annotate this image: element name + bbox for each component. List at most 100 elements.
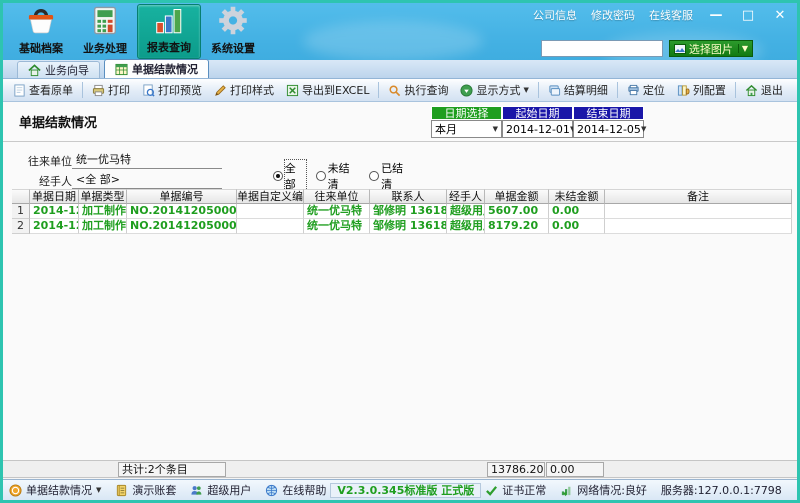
print-preview-button[interactable]: 打印预览	[136, 81, 208, 100]
status-bar: 单据结款情况 ▼ 演示账套 超级用户 在线帮助 V2.3.0.345标准版 正式…	[3, 479, 797, 500]
end-date-dropdown[interactable]: 2014-12-05 ▼	[573, 120, 646, 138]
radio-unsettled[interactable]: 未结清	[315, 160, 360, 192]
image-path-input[interactable]	[540, 40, 663, 57]
image-picker-group: 选择图片 ▼	[540, 40, 753, 57]
content-area: 单据结款情况 日期选择 起始日期 结束日期 本月 ▼ 2014-12-01 ▼ …	[3, 102, 797, 460]
cell-bill-date: 2014-12-	[30, 219, 79, 234]
export-excel-button[interactable]: 导出到EXCEL	[280, 81, 375, 100]
cell-bill-number: NO.201412050002	[127, 219, 237, 234]
tab-label: 业务向导	[45, 64, 89, 77]
settlement-detail-button[interactable]: 结算明细	[542, 81, 614, 100]
search-icon	[389, 84, 401, 96]
nav-label: 业务处理	[83, 42, 127, 55]
start-date-dropdown[interactable]: 2014-12-01 ▼	[502, 120, 575, 138]
nav-item-business-processing[interactable]: 业务处理	[73, 4, 137, 59]
button-label: 执行查询	[404, 84, 449, 97]
amount-total: 13786.20	[487, 462, 545, 477]
radio-icon	[273, 171, 283, 181]
toolbar-separator	[378, 82, 380, 98]
nav-item-base-archives[interactable]: 基础档案	[9, 4, 73, 59]
row-number: 1	[12, 204, 30, 219]
button-label: 列配置	[692, 84, 726, 97]
page-title: 单据结款情况	[19, 116, 98, 131]
table-icon	[115, 63, 128, 75]
current-user-item[interactable]: 超级用户	[190, 482, 251, 498]
execute-query-button[interactable]: 执行查询	[382, 81, 454, 100]
column-header[interactable]: 单据金额	[485, 189, 549, 204]
handler-label: 经手人	[39, 175, 72, 188]
total-count: 共计:2个条目	[118, 462, 226, 477]
column-config-button[interactable]: 列配置	[671, 81, 732, 100]
company-info-link[interactable]: 公司信息	[533, 7, 577, 23]
column-header[interactable]: 单据类型	[79, 189, 127, 204]
chevron-down-icon: ▼	[492, 125, 498, 133]
nav-item-report-query[interactable]: 报表查询	[137, 4, 201, 59]
maximize-icon[interactable]: □	[739, 8, 757, 23]
toolbar-separator	[537, 82, 539, 98]
chevron-down-icon[interactable]: ▼	[737, 44, 748, 53]
cell-bill-number: NO.201412050001	[127, 204, 237, 219]
cell-partner: 统一优马特	[304, 219, 370, 234]
button-label: 显示方式	[476, 84, 521, 97]
end-date-header[interactable]: 结束日期	[573, 106, 644, 120]
tab-bill-settlement[interactable]: 单据结款情况	[104, 59, 209, 78]
choose-image-button[interactable]: 选择图片 ▼	[668, 40, 753, 57]
radio-all[interactable]: 全部	[273, 159, 307, 193]
date-select-header[interactable]: 日期选择	[431, 106, 502, 120]
change-password-link[interactable]: 修改密码	[591, 7, 635, 23]
table-row[interactable]: 1 2014-12- 加工制作单 NO.201412050001 统一优马特 邹…	[12, 204, 792, 219]
toolbar-separator	[82, 82, 83, 98]
version-badge: V2.3.0.345标准版 正式版	[330, 482, 482, 498]
printer-icon	[92, 84, 105, 96]
column-header[interactable]: 联系人	[370, 189, 447, 204]
button-label: 查看原单	[29, 84, 73, 97]
cell-contact: 邹修明 13618020	[370, 204, 447, 219]
online-service-link[interactable]: 在线客服	[649, 7, 693, 23]
handler-field[interactable]: <全 部>	[72, 171, 222, 189]
radio-settled[interactable]: 已结清	[369, 160, 413, 192]
network-status: 网络情况:良好	[560, 482, 647, 498]
nav-item-system-settings[interactable]: 系统设置	[201, 4, 265, 59]
table-row[interactable]: 2 2014-12- 加工制作单 NO.201412050002 统一优马特 邹…	[12, 219, 792, 234]
print-style-button[interactable]: 打印样式	[208, 81, 280, 100]
close-icon[interactable]: ✕	[771, 8, 789, 23]
cell-remark	[605, 219, 792, 234]
nav-label: 报表查询	[147, 41, 191, 54]
date-preset-dropdown[interactable]: 本月 ▼	[431, 120, 502, 138]
exit-button[interactable]: 退出	[739, 81, 789, 100]
display-mode-button[interactable]: 显示方式 ▼	[454, 81, 534, 100]
column-header[interactable]: 单据日期	[30, 189, 79, 204]
column-header[interactable]: 往来单位	[304, 189, 370, 204]
minimize-icon[interactable]: —	[707, 8, 725, 23]
column-config-icon	[677, 84, 690, 96]
button-label: 打印预览	[158, 84, 202, 97]
date-filter: 日期选择 起始日期 结束日期 本月 ▼ 2014-12-01 ▼ 2014-12…	[431, 106, 646, 138]
column-header[interactable]: 未结金额	[549, 189, 605, 204]
globe-icon	[266, 484, 278, 496]
account-set-item[interactable]: 演示账套	[115, 482, 176, 498]
row-number-header[interactable]	[12, 189, 30, 204]
online-help-item[interactable]: 在线帮助	[265, 482, 326, 498]
start-date-header[interactable]: 起始日期	[502, 106, 573, 120]
column-header[interactable]: 经手人	[447, 189, 485, 204]
app-window: 基础档案 业务处理 报表查询 系统设置 公司信息 修改密码 在线客服 — □ ✕…	[0, 0, 800, 503]
lock-screen-button[interactable]: 锁 屏	[796, 482, 797, 498]
cell-unsettled: 0.00	[549, 219, 605, 234]
choose-image-label: 选择图片	[688, 42, 733, 56]
bills-table: 单据日期 单据类型 单据编号 单据自定义编号 往来单位 联系人 经手人 单据金额…	[12, 189, 792, 234]
notebook-icon	[117, 484, 127, 496]
locate-button[interactable]: 定位	[621, 81, 671, 100]
column-header[interactable]: 单据编号	[127, 189, 237, 204]
view-original-button[interactable]: 查看原单	[7, 81, 79, 100]
server-label: 服务器:127.0.0.1:7798	[660, 484, 782, 497]
column-header[interactable]: 备注	[605, 189, 792, 204]
print-button[interactable]: 打印	[86, 81, 136, 100]
locate-icon	[628, 84, 639, 95]
column-header[interactable]: 单据自定义编号	[237, 189, 304, 204]
partner-field[interactable]: 统一优马特	[72, 151, 222, 169]
button-label: 退出	[760, 84, 783, 97]
report-selector[interactable]: 单据结款情况 ▼	[9, 482, 101, 498]
cell-amount: 8179.20	[485, 219, 549, 234]
tab-business-wizard[interactable]: 业务向导	[17, 61, 100, 78]
radio-label: 未结清	[327, 162, 350, 191]
